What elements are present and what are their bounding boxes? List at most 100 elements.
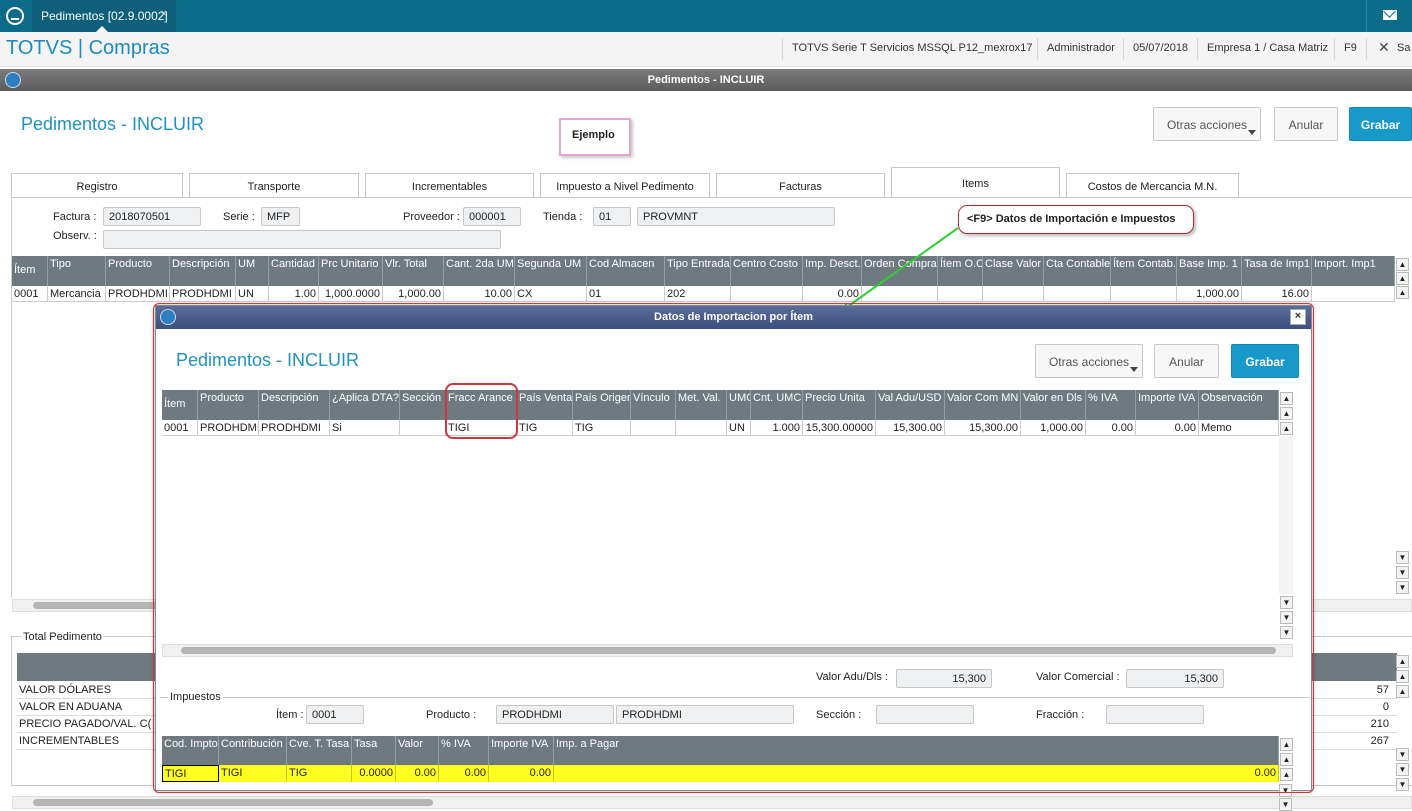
cell-fracc-arance[interactable]: TIGI — [446, 420, 517, 436]
scroll-up-icon[interactable]: ▲ — [1396, 286, 1409, 299]
col-cod-impto[interactable]: Cod. Impto. — [162, 736, 219, 766]
col-umc[interactable]: UMC — [727, 390, 751, 420]
totvs-logo-icon[interactable] — [6, 7, 24, 25]
scroll-up-icon[interactable]: ▲ — [1396, 685, 1409, 698]
cell-valor-com-mn[interactable]: 15,300.00 — [945, 420, 1021, 436]
cell-pais-venta[interactable]: TIG — [517, 420, 573, 436]
cell-item[interactable]: 0001 — [162, 420, 198, 436]
table-row[interactable]: TIGI TIGI TIG 0.0000 0.00 0.00 0.00 0.00 — [162, 765, 1279, 782]
dialog-hscrollbar[interactable] — [162, 644, 1293, 657]
total-hscrollbar[interactable] — [12, 796, 1412, 809]
close-icon[interactable]: ✕ — [1378, 39, 1390, 56]
cell-clase-valor[interactable] — [983, 286, 1044, 302]
col-valor[interactable]: Valor — [396, 736, 439, 766]
dialog-other-actions-button[interactable]: Otras acciones — [1035, 344, 1143, 378]
cell-um[interactable]: UN — [236, 286, 269, 302]
cell-tasa[interactable]: 0.0000 — [352, 765, 396, 782]
scroll-pageup-icon[interactable]: ▲ — [1396, 272, 1409, 285]
col-clase-valor[interactable]: Clase Valor — [983, 256, 1044, 286]
cell-descripcion[interactable]: PRODHDMI — [259, 420, 330, 436]
cell-importe-iva[interactable]: 0.00 — [1136, 420, 1199, 436]
scroll-pagedown-icon[interactable]: ▼ — [1279, 798, 1292, 811]
cell-valor-en-dls[interactable]: 1,000.00 — [1021, 420, 1086, 436]
date-label[interactable]: 05/07/2018 — [1133, 42, 1188, 54]
scroll-down-icon[interactable]: ▼ — [1279, 784, 1292, 797]
cell-vinculo[interactable] — [631, 420, 676, 436]
cancel-button[interactable]: Anular — [1274, 107, 1338, 141]
col-item[interactable]: Ítem — [162, 390, 198, 420]
col-um[interactable]: UM — [236, 256, 269, 286]
cell-imp-a-pagar[interactable]: 0.00 — [554, 765, 1279, 782]
tab-close-icon[interactable]: × — [161, 8, 167, 20]
col-descripcion[interactable]: Descripción — [259, 390, 330, 420]
cell-producto[interactable]: PRODHDMI — [198, 420, 259, 436]
imp-fraccion-field[interactable] — [1106, 705, 1204, 724]
col-item-contab[interactable]: Ítem Contab. — [1111, 256, 1177, 286]
cell-item[interactable]: 0001 — [12, 286, 48, 302]
dialog-cancel-button[interactable]: Anular — [1154, 344, 1219, 378]
cell-cant-2da-um[interactable]: 10.00 — [444, 286, 515, 302]
scroll-bottom-icon[interactable]: ▼ — [1396, 581, 1409, 594]
col-contribucion[interactable]: Contribución — [219, 736, 287, 766]
cell-cve-t-tasa[interactable]: TIG — [287, 765, 352, 782]
scroll-pagedown-icon[interactable]: ▼ — [1280, 611, 1293, 624]
cell-cnt-umc[interactable]: 1.000 — [751, 420, 803, 436]
dialog-grid[interactable]: Ítem Producto Descripción ¿Aplica DTA? S… — [162, 390, 1279, 436]
cell-imp-descto[interactable]: 0.00 — [803, 286, 862, 302]
cell-pct-iva[interactable]: 0.00 — [1086, 420, 1136, 436]
col-aplica-dta[interactable]: ¿Aplica DTA? — [330, 390, 400, 420]
col-import-imp1[interactable]: Import. Imp1 — [1312, 256, 1395, 286]
tienda-field[interactable]: 01 — [593, 207, 631, 226]
col-valor-en-dls[interactable]: Valor en Dls — [1021, 390, 1086, 420]
scroll-pagedown-icon[interactable]: ▼ — [1396, 566, 1409, 579]
mail-button[interactable] — [1366, 0, 1412, 32]
valor-comercial-field[interactable]: 15,300 — [1126, 669, 1224, 688]
cell-valor[interactable]: 0.00 — [396, 765, 439, 782]
scroll-pagedown-icon[interactable]: ▼ — [1396, 763, 1409, 776]
col-vlr-total[interactable]: Vlr. Total — [383, 256, 444, 286]
shortcut-f9[interactable]: F9 — [1344, 42, 1357, 54]
col-pais-origen[interactable]: País Origen — [573, 390, 631, 420]
cell-prc-unitario[interactable]: 1,000.0000 — [319, 286, 383, 302]
environment-label[interactable]: TOTVS Serie T Servicios MSSQL P12_mexrox… — [792, 42, 1032, 54]
col-segunda-um[interactable]: Segunda UM — [515, 256, 587, 286]
col-tasa[interactable]: Tasa — [352, 736, 396, 766]
other-actions-button[interactable]: Otras acciones — [1153, 107, 1261, 141]
tienda-name-field[interactable]: PROVMNT — [637, 207, 835, 226]
col-pct-iva[interactable]: % IVA — [1086, 390, 1136, 420]
scroll-top-icon[interactable]: ▲ — [1396, 655, 1409, 668]
scroll-down-icon[interactable]: ▼ — [1396, 748, 1409, 761]
col-seccion[interactable]: Sección — [400, 390, 446, 420]
cell-met-val[interactable] — [676, 420, 727, 436]
cell-observacion[interactable]: Memo — [1199, 420, 1279, 436]
dialog-save-button[interactable]: Grabar — [1231, 344, 1299, 378]
cell-umc[interactable]: UN — [727, 420, 751, 436]
cell-segunda-um[interactable]: CX — [515, 286, 587, 302]
col-imp-descto[interactable]: Imp. Desct. — [803, 256, 862, 286]
cell-val-adu-usd[interactable]: 15,300.00 — [876, 420, 945, 436]
col-tipo[interactable]: Tipo — [48, 256, 106, 286]
col-descripcion[interactable]: Descripción — [170, 256, 236, 286]
cell-base-imp1[interactable]: 1,000.00 — [1177, 286, 1242, 302]
col-fracc-arance[interactable]: Fracc Arance — [446, 390, 517, 420]
col-producto[interactable]: Producto — [198, 390, 259, 420]
col-vinculo[interactable]: Vínculo — [631, 390, 676, 420]
col-tipo-entrada[interactable]: Tipo Entrada — [665, 256, 731, 286]
cell-cta-contable[interactable] — [1044, 286, 1111, 302]
col-cantidad[interactable]: Cantidad — [269, 256, 319, 286]
imp-producto-desc-field[interactable]: PRODHDMI — [616, 705, 794, 724]
scroll-bottom-icon[interactable]: ▼ — [1396, 778, 1409, 791]
cell-pct-iva[interactable]: 0.00 — [439, 765, 489, 782]
cell-cantidad[interactable]: 1.00 — [269, 286, 319, 302]
scroll-up-icon[interactable]: ▲ — [1280, 768, 1293, 781]
valor-adu-field[interactable]: 15,300 — [896, 669, 992, 688]
user-label[interactable]: Administrador — [1047, 42, 1115, 54]
tab-items[interactable]: Items — [891, 167, 1060, 198]
tab-registro[interactable]: Registro — [11, 173, 183, 198]
cell-orden-compra[interactable] — [862, 286, 938, 302]
cell-aplica-dta[interactable]: Si — [330, 420, 400, 436]
col-precio-unita[interactable]: Precio Unita — [803, 390, 876, 420]
col-orden-compra[interactable]: Orden Compra — [862, 256, 938, 286]
table-row[interactable]: 0001 PRODHDMI PRODHDMI Si TIGI TIG TIG U… — [162, 420, 1279, 436]
col-centro-costo[interactable]: Centro Costo — [731, 256, 803, 286]
